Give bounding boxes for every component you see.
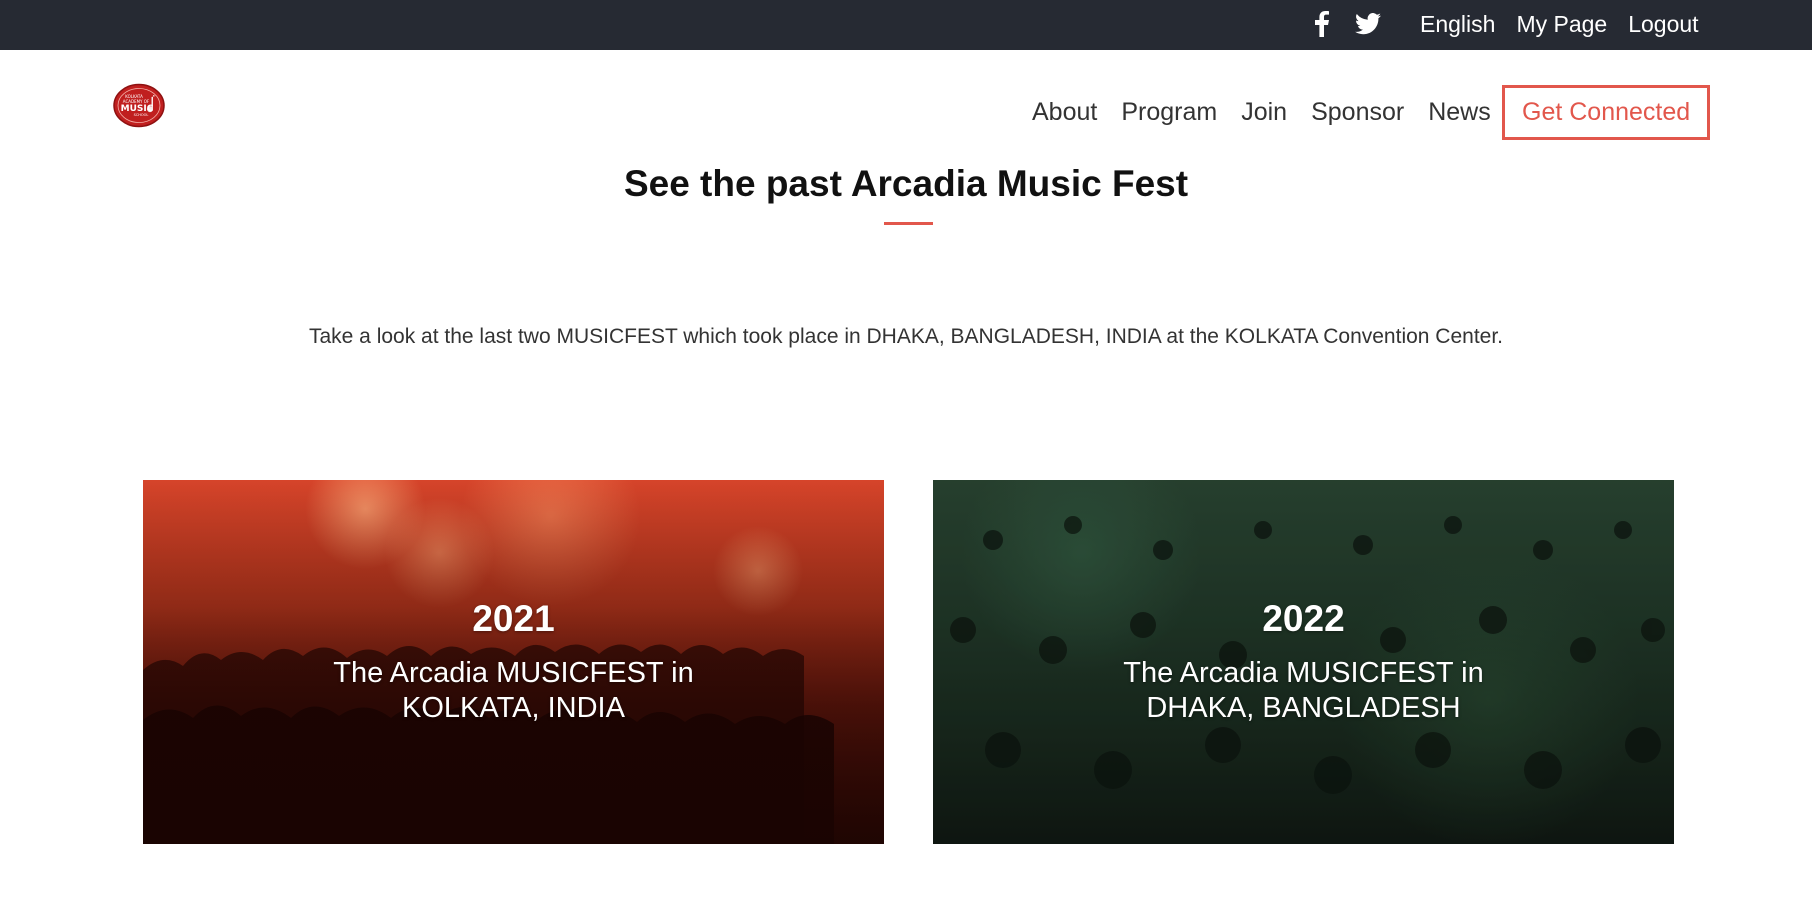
nav-sponsor[interactable]: Sponsor (1311, 97, 1404, 127)
card-caption-line1: The Arcadia MUSICFEST in (333, 657, 694, 689)
event-card-2022[interactable]: 2022 The Arcadia MUSICFEST in DHAKA, BAN… (933, 480, 1674, 844)
site-logo[interactable]: KOLKATA ACADEMY OF MUSIC SCHOOL (113, 83, 166, 128)
social-links (1308, 10, 1382, 38)
card-caption-line1: The Arcadia MUSICFEST in (1123, 657, 1484, 689)
card-caption: The Arcadia MUSICFEST in KOLKATA, INDIA (143, 656, 884, 726)
section-description: Take a look at the last two MUSICFEST wh… (308, 325, 1504, 348)
page-title: See the past Arcadia Music Fest (623, 163, 1189, 204)
card-caption: The Arcadia MUSICFEST in DHAKA, BANGLADE… (933, 656, 1674, 726)
top-bar: English My Page Logout (0, 0, 1812, 50)
logout-link[interactable]: Logout (1628, 10, 1698, 38)
facebook-icon[interactable] (1308, 10, 1336, 38)
main-nav: About Program Join Sponsor News Get Conn… (1032, 85, 1711, 140)
logo-line4: SCHOOL (134, 113, 149, 117)
nav-news[interactable]: News (1428, 97, 1491, 127)
card-year: 2022 (1262, 598, 1345, 639)
twitter-icon[interactable] (1354, 10, 1382, 38)
get-connected-button[interactable]: Get Connected (1502, 85, 1711, 140)
nav-join[interactable]: Join (1241, 97, 1287, 127)
card-caption-line2: DHAKA, BANGLADESH (1146, 692, 1461, 724)
card-year: 2021 (472, 598, 555, 639)
language-link[interactable]: English (1420, 10, 1495, 38)
card-caption-line2: KOLKATA, INDIA (402, 692, 625, 724)
nav-about[interactable]: About (1032, 97, 1097, 127)
event-card-2021[interactable]: 2021 The Arcadia MUSICFEST in KOLKATA, I… (143, 480, 884, 844)
my-page-link[interactable]: My Page (1516, 10, 1607, 38)
account-links: English My Page Logout (1420, 10, 1699, 38)
nav-program[interactable]: Program (1121, 97, 1217, 127)
title-underline (884, 222, 933, 225)
